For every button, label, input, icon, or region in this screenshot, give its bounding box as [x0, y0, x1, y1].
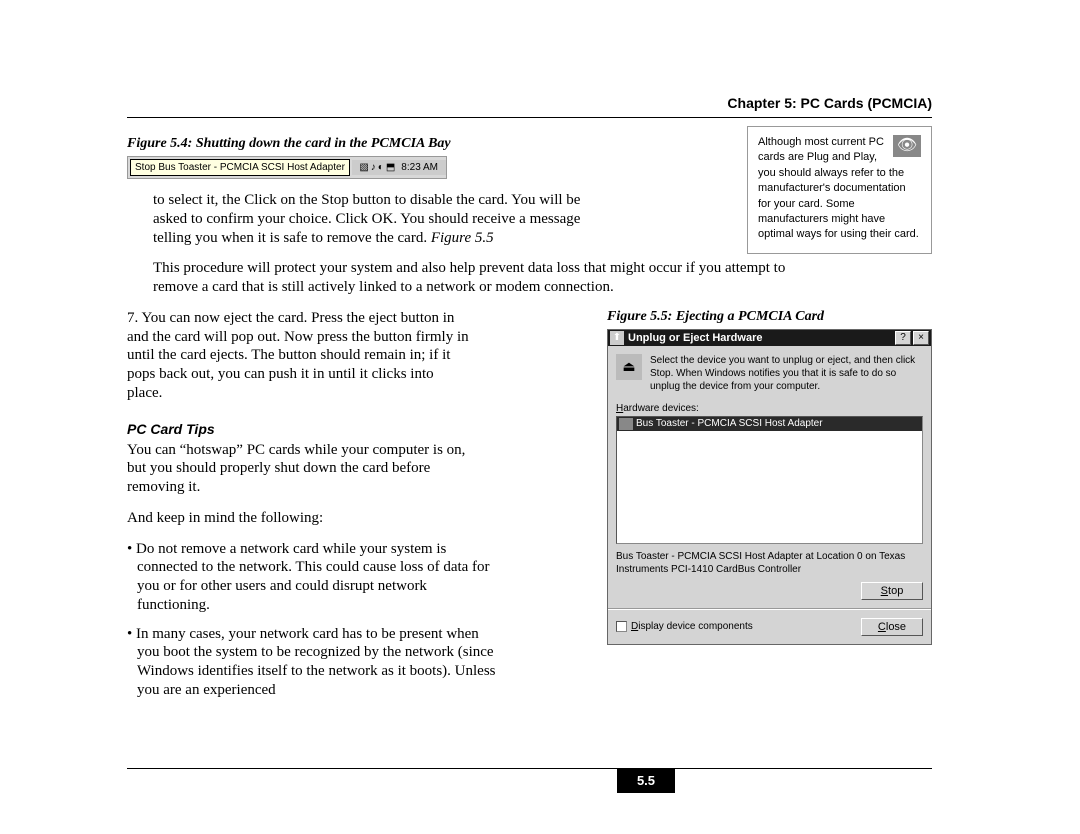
dialog-title-icon: ⬆ — [610, 331, 624, 345]
bullet-item: • Do not remove a network card while you… — [127, 540, 497, 615]
hardware-devices-label: Hardware devices: — [616, 403, 923, 414]
page-number: 5.5 — [617, 769, 675, 793]
body-paragraph: to select it, the Click on the Stop butt… — [127, 191, 597, 247]
dialog-titlebar: ⬆ Unplug or Eject Hardware ? × — [608, 330, 931, 346]
figure-5-5-caption: Figure 5.5: Ejecting a PCMCIA Card — [607, 309, 932, 325]
eye-icon: 👁 — [893, 135, 921, 157]
body-paragraph: This procedure will protect your system … — [127, 259, 807, 297]
tray-icon: ⬒ — [386, 162, 395, 173]
close-button[interactable]: × — [913, 331, 929, 345]
systray-tray: ▧ ♪ ◐ ⬒ 8:23 AM — [352, 160, 446, 175]
step-7: 7. You can now eject the card. Press the… — [127, 309, 472, 403]
figure-5-4-caption: Figure 5.4: Shutting down the card in th… — [127, 136, 597, 152]
page-content: Chapter 5: PC Cards (PCMCIA) 👁 Although … — [127, 95, 932, 710]
close-button[interactable]: Close — [861, 618, 923, 636]
tip-callout-box: 👁 Although most current PC cards are Plu… — [747, 126, 932, 254]
device-icon — [619, 418, 633, 430]
bullet-item: • In many cases, your network card has t… — [127, 625, 497, 700]
tray-icon: ▧ — [359, 162, 368, 173]
help-button[interactable]: ? — [895, 331, 911, 345]
list-item[interactable]: Bus Toaster - PCMCIA SCSI Host Adapter — [617, 417, 922, 431]
eject-icon: ⏏ — [616, 354, 642, 380]
systray-time: 8:23 AM — [397, 162, 442, 173]
device-status-text: Bus Toaster - PCMCIA SCSI Host Adapter a… — [616, 550, 923, 576]
dialog-instruction: Select the device you want to unplug or … — [650, 354, 923, 393]
checkbox[interactable] — [616, 621, 627, 632]
unplug-eject-dialog: ⬆ Unplug or Eject Hardware ? × ⏏ Select … — [607, 329, 932, 645]
section-heading-pc-card-tips: PC Card Tips — [127, 421, 472, 437]
figure-5-4-systray: Stop Bus Toaster - PCMCIA SCSI Host Adap… — [127, 156, 447, 179]
display-components-checkbox-label[interactable]: Display device components — [616, 621, 753, 632]
body-paragraph: And keep in mind the following: — [127, 509, 472, 528]
dialog-title: Unplug or Eject Hardware — [628, 332, 893, 344]
systray-tooltip: Stop Bus Toaster - PCMCIA SCSI Host Adap… — [130, 159, 350, 176]
step-number: 7. — [127, 310, 138, 326]
body-paragraph: You can “hotswap” PC cards while your co… — [127, 441, 472, 497]
chapter-header: Chapter 5: PC Cards (PCMCIA) — [127, 95, 932, 118]
tray-icon: ◐ — [378, 162, 384, 173]
hardware-devices-listbox[interactable]: Bus Toaster - PCMCIA SCSI Host Adapter — [616, 416, 923, 544]
tray-icon: ♪ — [371, 162, 376, 173]
figure-reference: Figure 5.5 — [431, 230, 494, 246]
page-footer: 5.5 — [127, 768, 932, 792]
stop-button[interactable]: Stop — [861, 582, 923, 600]
